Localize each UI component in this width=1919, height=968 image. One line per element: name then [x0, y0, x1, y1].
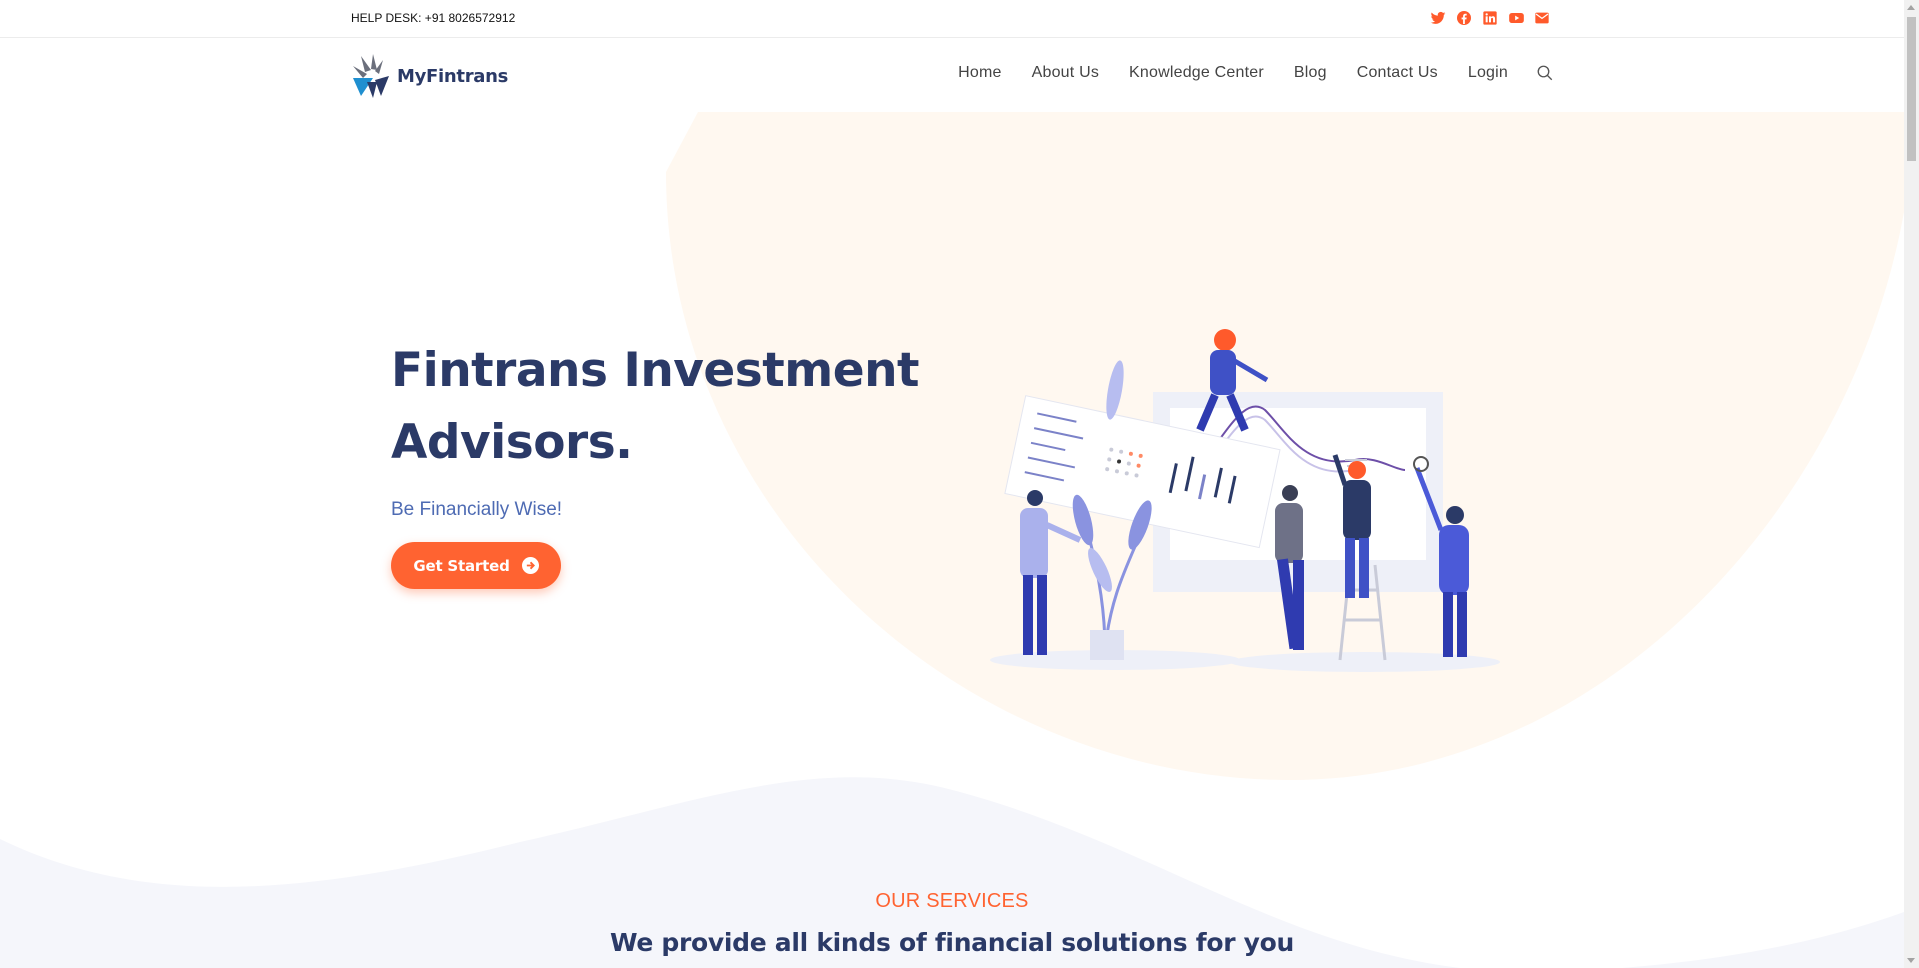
- social-links: [1430, 10, 1550, 26]
- top-bar: HELP DESK: +91 8026572912: [0, 0, 1904, 38]
- logo-mark-icon: [353, 54, 389, 98]
- main-header: MyFintrans Home About Us Knowledge Cente…: [0, 38, 1904, 112]
- main-nav: Home About Us Knowledge Center Blog Cont…: [928, 64, 1554, 82]
- nav-about-us[interactable]: About Us: [1032, 64, 1099, 82]
- page: HELP DESK: +91 8026572912 MyFintrans Hom…: [0, 0, 1904, 968]
- search-icon[interactable]: [1536, 64, 1554, 82]
- nav-contact-us[interactable]: Contact Us: [1357, 64, 1438, 82]
- youtube-icon[interactable]: [1508, 10, 1524, 26]
- services-title: We provide all kinds of financial soluti…: [609, 928, 1295, 957]
- email-icon[interactable]: [1534, 10, 1550, 26]
- page-scrollbar[interactable]: [1904, 0, 1919, 968]
- nav-home[interactable]: Home: [958, 64, 1001, 82]
- linkedin-icon[interactable]: [1482, 10, 1498, 26]
- helpdesk-phone: HELP DESK: +91 8026572912: [351, 11, 516, 25]
- facebook-icon[interactable]: [1456, 10, 1472, 26]
- nav-login[interactable]: Login: [1468, 64, 1508, 82]
- nav-blog[interactable]: Blog: [1294, 64, 1327, 82]
- arrow-right-icon: [521, 557, 539, 574]
- twitter-icon[interactable]: [1430, 10, 1446, 26]
- scrollbar-thumb[interactable]: [1907, 17, 1916, 161]
- scroll-down-icon[interactable]: [1907, 958, 1915, 963]
- hero-background: [0, 112, 1904, 968]
- get-started-button[interactable]: Get Started: [391, 542, 561, 589]
- logo-text: MyFintrans: [397, 65, 509, 87]
- hero-illustration: [990, 329, 1500, 672]
- site-logo[interactable]: MyFintrans: [351, 52, 508, 100]
- services-label: OUR SERVICES: [875, 890, 1029, 912]
- scroll-up-icon[interactable]: [1907, 5, 1915, 10]
- get-started-label: Get Started: [413, 556, 510, 575]
- hero-subtitle: Be Financially Wise!: [391, 499, 563, 520]
- nav-knowledge-center[interactable]: Knowledge Center: [1129, 64, 1264, 82]
- hero-title: Fintrans Investment Advisors.: [391, 343, 920, 470]
